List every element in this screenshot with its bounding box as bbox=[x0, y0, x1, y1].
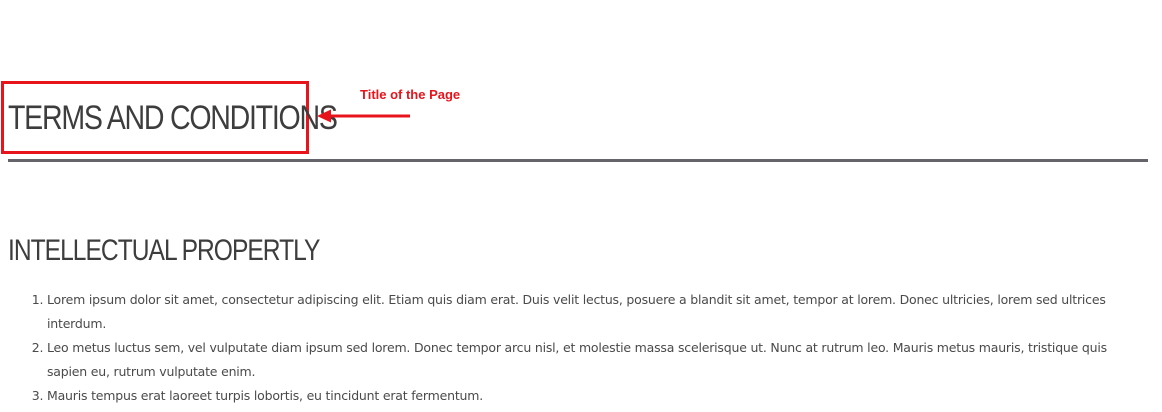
annotation-label: Title of the Page bbox=[360, 87, 461, 102]
section-heading: INTELLECTUAL PROPERTLY bbox=[8, 234, 320, 267]
list-item: Leo metus luctus sem, vel vulputate diam… bbox=[47, 336, 1128, 384]
list-item: Lorem ipsum dolor sit amet, consectetur … bbox=[47, 288, 1128, 336]
annotation-arrow-icon bbox=[317, 109, 410, 123]
list-item: Mauris tempus erat laoreet turpis lobort… bbox=[47, 384, 1128, 408]
terms-list: Lorem ipsum dolor sit amet, consectetur … bbox=[8, 288, 1128, 408]
page-title: TERMS AND CONDITIONS bbox=[8, 99, 338, 137]
title-divider bbox=[8, 159, 1148, 162]
